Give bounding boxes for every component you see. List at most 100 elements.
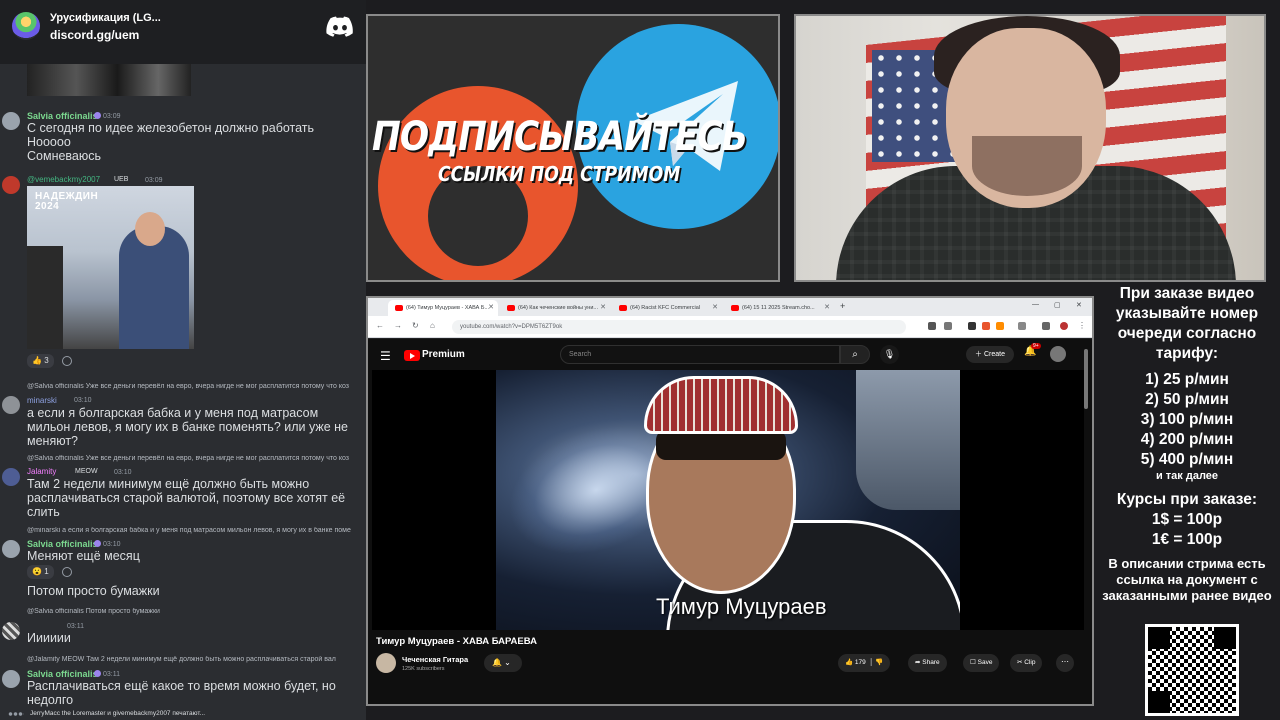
extension-icon[interactable]: [944, 322, 952, 330]
reaction-smile[interactable]: 😮 1: [27, 565, 54, 579]
reaction-thumbs-up[interactable]: 👍 3: [27, 354, 54, 368]
chat-image-attachment[interactable]: НАДЕЖДИН 2024: [27, 186, 194, 349]
like-count: 179: [854, 659, 866, 666]
reload-icon[interactable]: ↻: [412, 321, 419, 330]
profile-icon[interactable]: [1060, 322, 1068, 330]
youtube-favicon-icon: [507, 305, 515, 311]
extension-icon[interactable]: [1042, 322, 1050, 330]
forward-icon[interactable]: →: [394, 321, 402, 330]
message-author[interactable]: Jalamity: [27, 467, 56, 476]
course-usd: 1$ = 100р: [1151, 511, 1223, 528]
server-icon[interactable]: [12, 12, 40, 40]
youtube-favicon-icon: [731, 305, 739, 311]
message-time: 03:11: [103, 671, 120, 678]
hamburger-menu-icon[interactable]: ☰: [380, 349, 391, 363]
reply-preview[interactable]: @Salvia officinalis Потом просто бумажки: [27, 608, 363, 615]
maximize-icon[interactable]: ▢: [1054, 301, 1061, 309]
close-window-icon[interactable]: ✕: [1076, 301, 1082, 309]
message-text: а если я болгарская бабка и у меня под м…: [27, 406, 349, 448]
browser-tab[interactable]: (64) Как чеченские войны уни... ✕: [500, 300, 610, 316]
tab-close-icon[interactable]: ✕: [824, 300, 830, 316]
course-eur: 1€ = 100р: [1151, 531, 1223, 548]
reply-preview[interactable]: @Salvia officinalis Уже все деньги перев…: [27, 383, 363, 390]
youtube-page: ☰ Premium Search ⌕ 🎙 ＋ Create 🔔 9+ Тимур…: [368, 339, 1092, 704]
message-time: 03:10: [74, 397, 92, 404]
address-bar[interactable]: youtube.com/watch?v=DPM5T6ZT9ok: [452, 320, 906, 334]
message-text: Потом просто бумажки: [27, 584, 160, 598]
new-tab-button[interactable]: +: [840, 301, 845, 311]
browser-tab[interactable]: (64) Тимур Муцураев - ХАВА Б... ✕: [388, 300, 498, 316]
message-author[interactable]: Salvia officinalis: [27, 669, 98, 679]
message-text: С сегодня по идее железобетон должно раб…: [27, 121, 315, 163]
search-icon[interactable]: ⌕: [840, 345, 870, 364]
browser-tab[interactable]: (64) 15 11 2025 Stream.cho... ✕: [724, 300, 834, 316]
microphone-icon[interactable]: 🎙: [880, 345, 899, 364]
add-reaction-icon[interactable]: [62, 567, 72, 577]
extension-icon[interactable]: [968, 322, 976, 330]
qr-code: [1145, 624, 1239, 716]
channel-avatar[interactable]: [376, 653, 396, 673]
role-badge-icon: [94, 540, 101, 547]
price-rate: 3) 100 р/мин: [1140, 411, 1234, 428]
browser-toolbar: ← → ↻ ⌂ youtube.com/watch?v=DPM5T6ZT9ok …: [368, 316, 1092, 338]
create-button[interactable]: ＋ Create: [966, 346, 1014, 363]
channel-name[interactable]: Чеченская Гитара: [402, 655, 468, 664]
avatar[interactable]: [2, 622, 20, 640]
extension-icon[interactable]: [996, 322, 1004, 330]
tab-close-icon[interactable]: ✕: [488, 300, 494, 316]
add-reaction-icon[interactable]: [62, 356, 72, 366]
like-button[interactable]: 👍 179 │ 👎: [838, 654, 891, 672]
extension-icon[interactable]: [982, 322, 990, 330]
message-author[interactable]: Salvia officinalis: [27, 539, 98, 549]
save-label: Save: [977, 659, 993, 666]
image-caption: НАДЕЖДИН 2024: [35, 191, 99, 212]
notification-count: 9+: [1031, 343, 1041, 349]
streamer-beard: [972, 136, 1082, 196]
server-invite-link[interactable]: discord.gg/uem: [50, 28, 139, 42]
save-button[interactable]: ☐ Save: [963, 654, 1000, 672]
reply-preview[interactable]: @Salvia officinalis Уже все деньги перев…: [27, 455, 363, 462]
account-avatar[interactable]: [1050, 346, 1066, 362]
browser-menu-icon[interactable]: ⋮: [1078, 321, 1086, 330]
promo-title: ПОДПИСЫВАЙТЕСЬ: [372, 114, 748, 160]
subscription-bell-button[interactable]: 🔔 ⌄: [484, 654, 522, 672]
tab-close-icon[interactable]: ✕: [600, 300, 606, 316]
avatar[interactable]: [2, 396, 20, 414]
share-button[interactable]: ➦ Share: [908, 654, 947, 672]
video-title: Тимур Муцураев - ХАВА БАРАЕВА: [376, 636, 537, 647]
browser-tab-strip: (64) Тимур Муцураев - ХАВА Б... ✕ (64) К…: [368, 298, 1092, 316]
extension-icon[interactable]: [928, 322, 936, 330]
message-author[interactable]: minarski: [27, 396, 57, 405]
home-icon[interactable]: ⌂: [430, 321, 435, 330]
youtube-logo-icon[interactable]: [404, 350, 420, 361]
search-input[interactable]: Search: [560, 345, 840, 364]
avatar[interactable]: [2, 670, 20, 688]
message-text: Расплачиваться ещё какое то время можно …: [27, 679, 336, 707]
tab-close-icon[interactable]: ✕: [712, 300, 718, 316]
avatar[interactable]: [2, 112, 20, 130]
clip-button[interactable]: ✂ Clip: [1010, 654, 1043, 672]
extension-icon[interactable]: [1018, 322, 1026, 330]
video-player[interactable]: Тимур Муцураев: [372, 370, 1084, 630]
avatar[interactable]: [2, 468, 20, 486]
reply-preview[interactable]: @minarski а если я болгарская бабка и у …: [27, 527, 363, 534]
singer-hair: [656, 430, 786, 460]
video-frame: Тимур Муцураев: [496, 370, 960, 630]
browser-tab[interactable]: (64) Racist KFC Commercial ✕: [612, 300, 722, 316]
message-text: Ииииии: [27, 631, 71, 645]
message-author[interactable]: Salvia officinalis: [27, 111, 98, 121]
more-actions-icon[interactable]: ⋯: [1056, 654, 1074, 672]
avatar[interactable]: [2, 176, 20, 194]
message-time: 03:10: [114, 469, 132, 476]
price-etc: и так далее: [1155, 470, 1219, 482]
user-tag: MEOW: [75, 468, 98, 475]
youtube-favicon-icon: [395, 305, 403, 311]
avatar[interactable]: [2, 540, 20, 558]
tab-label: (64) Racist KFC Commercial: [630, 305, 700, 311]
minimize-icon[interactable]: —: [1032, 301, 1039, 308]
price-intro: При заказе видео указывайте номер очеред…: [1115, 285, 1259, 362]
message-author[interactable]: @vemebackmy2007: [27, 175, 100, 184]
back-icon[interactable]: ←: [376, 321, 384, 330]
reply-preview[interactable]: @Jalamity MEOW Там 2 недели минимум ещё …: [27, 656, 363, 663]
page-scrollbar[interactable]: [1084, 349, 1088, 409]
